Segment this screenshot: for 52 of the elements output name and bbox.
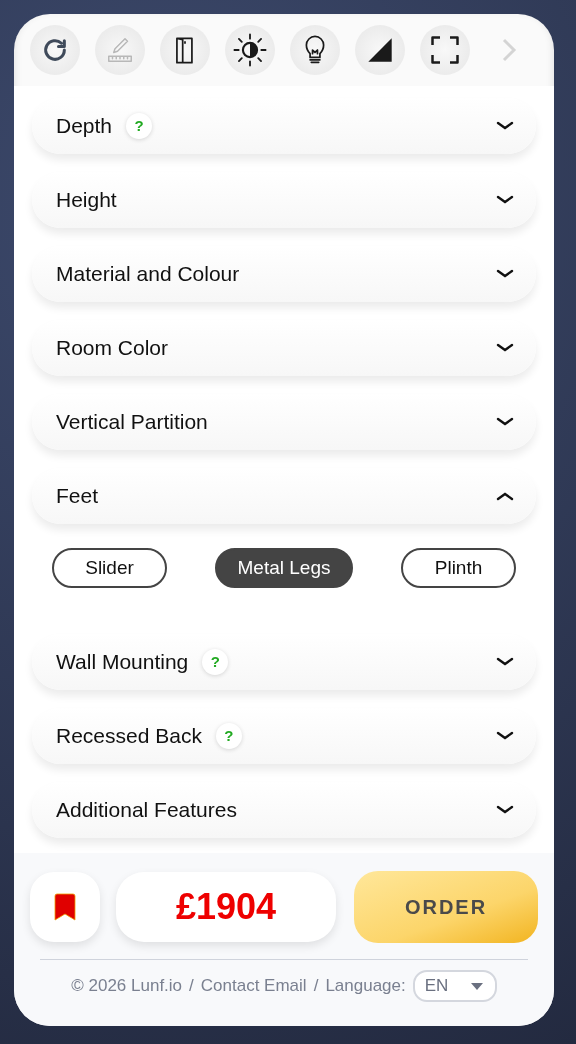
accordion-header[interactable]: Room Color [32, 320, 536, 376]
contact-link[interactable]: Contact Email [200, 973, 307, 999]
section-title: Wall Mounting [56, 649, 189, 676]
tool-button[interactable] [420, 25, 470, 75]
language-select[interactable]: EN [412, 970, 497, 1002]
chevron-down-icon [496, 269, 514, 279]
accordion-header[interactable]: Height [32, 172, 536, 228]
chevron-down-icon [496, 805, 514, 815]
accordion-header[interactable]: Depth ? [32, 98, 536, 154]
price-display: £1904 [116, 872, 336, 942]
section-title: Additional Features [56, 797, 237, 824]
tool-button[interactable] [160, 25, 210, 75]
accordion-header[interactable]: Additional Features [32, 782, 536, 838]
chevron-up-icon [496, 491, 514, 501]
section-title: Recessed Back [56, 723, 202, 750]
caret-icon [470, 982, 483, 990]
chevron-down-icon [496, 731, 514, 741]
option-pill[interactable]: Metal Legs [215, 548, 353, 588]
rotate-icon [41, 36, 69, 64]
fullscreen-icon [430, 35, 460, 65]
order-button[interactable]: ORDER [354, 871, 538, 943]
section-title: Vertical Partition [56, 409, 208, 436]
chevron-down-icon [496, 417, 514, 427]
section-title: Depth [56, 113, 113, 140]
accordion-header[interactable]: Feet [32, 468, 536, 524]
chevron-down-icon [496, 657, 514, 667]
option-pill[interactable]: Slider [52, 548, 167, 588]
option-pill[interactable]: Plinth [401, 548, 516, 588]
tool-button[interactable] [30, 25, 80, 75]
triangle-icon [366, 36, 394, 64]
bookmark-icon [53, 892, 77, 922]
tool-button[interactable] [355, 25, 405, 75]
section-title: Room Color [56, 335, 169, 362]
separator-text: / [189, 975, 194, 998]
chevron-down-icon [496, 195, 514, 205]
tool-button[interactable] [290, 25, 340, 75]
accordion-header[interactable]: Material and Colour [32, 246, 536, 302]
section-title: Feet [56, 483, 99, 510]
separator-text: / [313, 975, 319, 998]
section-title: Material and Colour [56, 261, 240, 288]
section-title: Height [56, 187, 117, 214]
copyright-text: © 2026 Lunf.io [71, 975, 183, 998]
pencil-ruler-icon [105, 35, 135, 65]
tool-button[interactable] [225, 25, 275, 75]
contrast-icon [233, 33, 267, 67]
accordion-header[interactable]: Recessed Back ? [32, 708, 536, 764]
language-label: Language: [325, 975, 406, 998]
chevron-down-icon [496, 121, 514, 131]
accordion-header[interactable]: Wall Mounting ? [32, 634, 536, 690]
chevron-down-icon [496, 343, 514, 353]
bookmark-button[interactable] [30, 872, 100, 942]
accordion-header[interactable]: Vertical Partition [32, 394, 536, 450]
